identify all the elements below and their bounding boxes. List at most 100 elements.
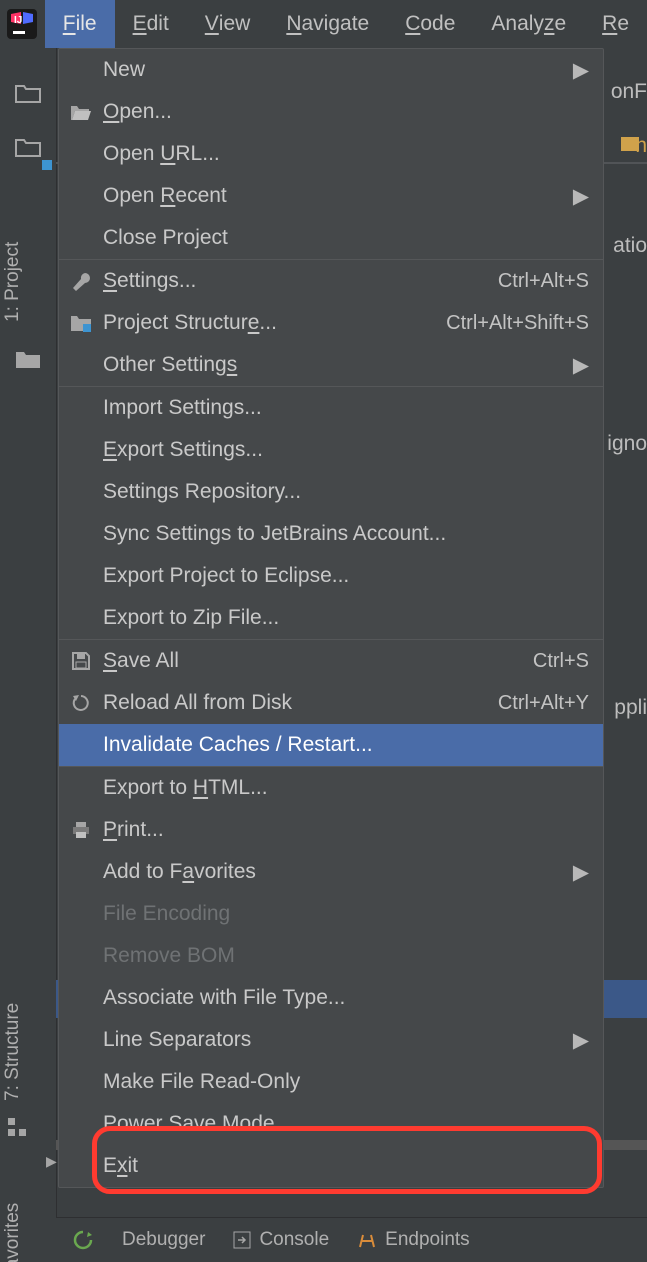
- structure-icon[interactable]: [6, 1116, 30, 1140]
- menu-item-label: Other Settings: [103, 353, 575, 377]
- menu-item-label: Save All: [103, 649, 523, 673]
- bottom-tab-debugger[interactable]: Debugger: [122, 1229, 205, 1251]
- menu-item-shortcut: Ctrl+Alt+Y: [488, 692, 589, 715]
- menu-item-invalidate-caches-restart[interactable]: Invalidate Caches / Restart...: [59, 724, 603, 766]
- menu-item-label: Settings...: [103, 269, 488, 293]
- menu-item-label: Make File Read-Only: [103, 1070, 589, 1094]
- bottom-tab-console[interactable]: Console: [233, 1229, 329, 1251]
- sidebar-tab-favorites[interactable]: 2: Favorites: [0, 1183, 26, 1262]
- project-structure-icon: [69, 311, 93, 335]
- menu-item-label: Print...: [103, 818, 589, 842]
- menu-item-label: Export Project to Eclipse...: [103, 564, 589, 588]
- debugger-label: Debugger: [122, 1229, 205, 1251]
- sidebar-tab-structure[interactable]: 7: Structure: [0, 983, 26, 1121]
- menu-item-open-url[interactable]: Open URL...: [59, 133, 603, 175]
- console-icon: [233, 1231, 251, 1249]
- menu-item-label: Export Settings...: [103, 438, 589, 462]
- console-label: Console: [259, 1229, 329, 1251]
- menu-code[interactable]: Code: [387, 0, 473, 48]
- sidebar-tab-project[interactable]: 1: Project: [0, 223, 26, 341]
- menu-item-shortcut: Ctrl+S: [523, 650, 589, 673]
- bottom-toolbar: Debugger Console Endpoints: [56, 1217, 647, 1262]
- menu-item-label: Reload All from Disk: [103, 691, 488, 715]
- app-logo-icon: IJ: [0, 0, 45, 48]
- menu-item-export-project-to-eclipse[interactable]: Export Project to Eclipse...: [59, 555, 603, 597]
- menu-item-line-separators[interactable]: Line Separators▶: [59, 1019, 603, 1061]
- menu-file[interactable]: File: [45, 0, 115, 48]
- left-gutter: 1: Project 7: Structure ▶ 2: Favorites: [0, 48, 57, 1218]
- chevron-right-icon: ▶: [575, 184, 589, 209]
- menu-item-add-to-favorites[interactable]: Add to Favorites▶: [59, 851, 603, 893]
- menu-navigate[interactable]: Navigate: [268, 0, 387, 48]
- menu-item-label: Open URL...: [103, 142, 589, 166]
- menubar: IJ FileEditViewNavigateCodeAnalyzeRe: [0, 0, 647, 48]
- menu-item-label: Sync Settings to JetBrains Account...: [103, 522, 589, 546]
- file-icon: [621, 137, 639, 151]
- menu-item-other-settings[interactable]: Other Settings▶: [59, 344, 603, 386]
- reload-icon: [69, 691, 93, 715]
- chevron-right-icon: ▶: [575, 860, 589, 885]
- menu-item-label: Invalidate Caches / Restart...: [103, 733, 589, 757]
- menu-item-make-file-read-only[interactable]: Make File Read-Only: [59, 1061, 603, 1103]
- folder-icon-2[interactable]: [0, 338, 56, 380]
- menu-item-label: Export to HTML...: [103, 776, 589, 800]
- menu-item-export-to-zip-file[interactable]: Export to Zip File...: [59, 597, 603, 639]
- menu-item-reload-all-from-disk[interactable]: Reload All from DiskCtrl+Alt+Y: [59, 682, 603, 724]
- menu-item-label: Line Separators: [103, 1028, 575, 1052]
- menu-item-open[interactable]: Open...: [59, 91, 603, 133]
- endpoints-label: Endpoints: [385, 1229, 470, 1251]
- menu-item-label: Import Settings...: [103, 396, 589, 420]
- chevron-right-icon: ▶: [575, 353, 589, 378]
- menu-edit[interactable]: Edit: [115, 0, 187, 48]
- menu-item-settings[interactable]: Settings...Ctrl+Alt+S: [59, 260, 603, 302]
- menu-item-close-project[interactable]: Close Project: [59, 217, 603, 259]
- menu-item-new[interactable]: New▶: [59, 49, 603, 91]
- menu-item-open-recent[interactable]: Open Recent▶: [59, 175, 603, 217]
- folder-open-icon: [69, 100, 93, 124]
- menu-item-label: Project Structure...: [103, 311, 436, 335]
- save-icon: [69, 649, 93, 673]
- bg-text: onF: [611, 80, 647, 104]
- menu-analyze[interactable]: Analyze: [473, 0, 584, 48]
- menu-re[interactable]: Re: [584, 0, 647, 48]
- bg-text: igno: [607, 432, 647, 456]
- menu-item-export-to-html[interactable]: Export to HTML...: [59, 767, 603, 809]
- menu-item-project-structure[interactable]: Project Structure...Ctrl+Alt+Shift+S: [59, 302, 603, 344]
- menu-item-label: File Encoding: [103, 902, 589, 926]
- menu-item-label: Add to Favorites: [103, 860, 575, 884]
- folder-icon[interactable]: [0, 72, 56, 114]
- menu-item-sync-settings-to-jetbrains-account[interactable]: Sync Settings to JetBrains Account...: [59, 513, 603, 555]
- menu-view[interactable]: View: [187, 0, 269, 48]
- print-icon: [69, 818, 93, 842]
- menu-item-label: Exit: [103, 1154, 589, 1178]
- menu-item-power-save-mode[interactable]: Power Save Mode: [59, 1103, 603, 1145]
- file-menu-dropdown: New▶Open...Open URL...Open Recent▶Close …: [58, 48, 604, 1188]
- menu-item-label: Export to Zip File...: [103, 606, 589, 630]
- bg-text: atio: [613, 234, 647, 258]
- menu-item-label: Associate with File Type...: [103, 986, 589, 1010]
- menu-item-associate-with-file-type[interactable]: Associate with File Type...: [59, 977, 603, 1019]
- menu-item-exit[interactable]: Exit: [59, 1145, 603, 1187]
- chevron-right-icon: ▶: [575, 58, 589, 83]
- menu-item-shortcut: Ctrl+Alt+Shift+S: [436, 312, 589, 335]
- bg-text: ppli: [614, 696, 647, 720]
- wrench-icon: [69, 269, 93, 293]
- bottom-tab-endpoints[interactable]: Endpoints: [357, 1229, 470, 1251]
- menu-item-save-all[interactable]: Save AllCtrl+S: [59, 640, 603, 682]
- menu-item-label: Close Project: [103, 226, 589, 250]
- menu-item-label: Power Save Mode: [103, 1112, 589, 1136]
- rerun-button[interactable]: [72, 1229, 94, 1251]
- chevron-right-icon: ▶: [575, 1028, 589, 1053]
- menu-item-file-encoding: File Encoding: [59, 893, 603, 935]
- endpoints-icon: [357, 1231, 377, 1249]
- menu-item-export-settings[interactable]: Export Settings...: [59, 429, 603, 471]
- menu-item-label: New: [103, 58, 575, 82]
- chevron-right-icon[interactable]: ▶: [46, 1153, 57, 1170]
- menu-item-print[interactable]: Print...: [59, 809, 603, 851]
- menu-item-label: Open Recent: [103, 184, 575, 208]
- menu-item-label: Remove BOM: [103, 944, 589, 968]
- folder-badge-icon[interactable]: [0, 126, 56, 168]
- menu-item-import-settings[interactable]: Import Settings...: [59, 387, 603, 429]
- menu-item-settings-repository[interactable]: Settings Repository...: [59, 471, 603, 513]
- menu-item-shortcut: Ctrl+Alt+S: [488, 270, 589, 293]
